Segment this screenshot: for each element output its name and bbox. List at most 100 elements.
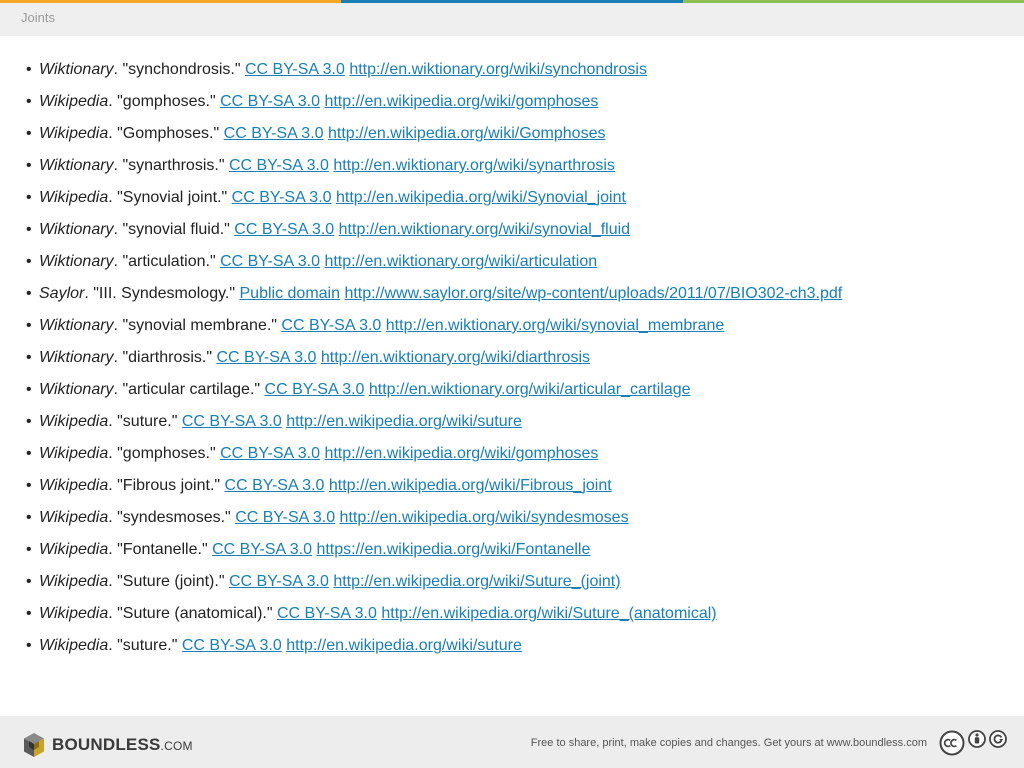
source-url-link[interactable]: http://en.wikipedia.org/wiki/Suture_(ana… bbox=[381, 605, 716, 622]
bullet-icon: • bbox=[26, 541, 32, 558]
by-icon bbox=[968, 730, 986, 755]
license-link[interactable]: CC BY-SA 3.0 bbox=[220, 93, 320, 110]
reference-source: Wikipedia bbox=[39, 637, 109, 654]
reference-title-sep: . bbox=[108, 509, 118, 526]
reference-source: Wikipedia bbox=[39, 605, 109, 622]
reference-source: Wikipedia bbox=[39, 189, 109, 206]
reference-item: • Wikipedia. "Suture (anatomical)." CC BY… bbox=[26, 598, 1004, 630]
bullet-icon: • bbox=[26, 445, 32, 462]
reference-title-sep: . bbox=[108, 189, 118, 206]
source-url-link[interactable]: http://en.wiktionary.org/wiki/synchondro… bbox=[349, 61, 647, 78]
boundless-cube-icon bbox=[24, 733, 44, 757]
cc-license-badges[interactable] bbox=[939, 730, 1007, 760]
reference-title: "synarthrosis." bbox=[122, 157, 225, 174]
bullet-icon: • bbox=[26, 189, 32, 206]
license-link[interactable]: CC BY-SA 3.0 bbox=[277, 605, 377, 622]
bullet-icon: • bbox=[26, 509, 32, 526]
bullet-icon: • bbox=[26, 253, 32, 270]
license-link[interactable]: CC BY-SA 3.0 bbox=[245, 61, 345, 78]
source-url-link[interactable]: https://en.wikipedia.org/wiki/Fontanelle bbox=[316, 541, 590, 558]
reference-title-sep: . bbox=[84, 285, 94, 302]
license-link[interactable]: CC BY-SA 3.0 bbox=[229, 573, 329, 590]
boundless-logo[interactable]: BOUNDLESS.COM bbox=[22, 732, 193, 758]
reference-title-sep: . bbox=[108, 445, 118, 462]
license-link[interactable]: CC BY-SA 3.0 bbox=[235, 509, 335, 526]
license-link[interactable]: CC BY-SA 3.0 bbox=[265, 381, 365, 398]
source-url-link[interactable]: http://en.wikipedia.org/wiki/syndesmoses bbox=[340, 509, 629, 526]
source-url-link[interactable]: http://en.wiktionary.org/wiki/synarthros… bbox=[333, 157, 615, 174]
reference-item: • Wiktionary. "articulation." CC BY-SA 3.… bbox=[26, 246, 1004, 278]
reference-item: • Wikipedia. "suture." CC BY-SA 3.0 http:… bbox=[26, 406, 1004, 438]
reference-title: "synovial fluid." bbox=[122, 221, 230, 238]
source-url-link[interactable]: http://en.wiktionary.org/wiki/synovial_f… bbox=[339, 221, 630, 238]
reference-title: "Synovial joint." bbox=[117, 189, 228, 206]
reference-item: • Wiktionary. "synovial membrane." CC BY-… bbox=[26, 310, 1004, 342]
license-link[interactable]: CC BY-SA 3.0 bbox=[225, 477, 325, 494]
logo-wordmark: BOUNDLESS.COM bbox=[52, 735, 193, 755]
license-link[interactable]: CC BY-SA 3.0 bbox=[232, 189, 332, 206]
slide-header: Joints bbox=[0, 3, 1024, 36]
reference-item: • Wikipedia. "Synovial joint." CC BY-SA 3… bbox=[26, 182, 1004, 214]
license-link[interactable]: CC BY-SA 3.0 bbox=[229, 157, 329, 174]
license-link[interactable]: CC BY-SA 3.0 bbox=[220, 253, 320, 270]
source-url-link[interactable]: http://en.wikipedia.org/wiki/suture bbox=[286, 413, 522, 430]
bullet-icon: • bbox=[26, 93, 32, 110]
reference-source: Wiktionary bbox=[39, 61, 114, 78]
source-url-link[interactable]: http://en.wikipedia.org/wiki/Gomphoses bbox=[328, 125, 605, 142]
source-url-link[interactable]: http://en.wiktionary.org/wiki/articular_… bbox=[369, 381, 691, 398]
reference-title-sep: . bbox=[108, 93, 118, 110]
reference-title: "Fibrous joint." bbox=[117, 477, 221, 494]
reference-title: "Suture (anatomical)." bbox=[117, 605, 273, 622]
reference-source: Wiktionary bbox=[39, 253, 114, 270]
cc-icon bbox=[939, 730, 965, 756]
license-link[interactable]: CC BY-SA 3.0 bbox=[212, 541, 312, 558]
reference-source: Wiktionary bbox=[39, 221, 114, 238]
bullet-icon: • bbox=[26, 221, 32, 238]
reference-source: Wikipedia bbox=[39, 445, 109, 462]
reference-title-sep: . bbox=[108, 541, 118, 558]
source-url-link[interactable]: http://en.wikipedia.org/wiki/Suture_(joi… bbox=[333, 573, 620, 590]
reference-source: Wiktionary bbox=[39, 349, 114, 366]
logo-main-text: BOUNDLESS bbox=[52, 735, 161, 754]
source-url-link[interactable]: http://en.wikipedia.org/wiki/Synovial_jo… bbox=[336, 189, 626, 206]
source-url-link[interactable]: http://en.wiktionary.org/wiki/diarthrosi… bbox=[321, 349, 590, 366]
reference-item: • Wikipedia. "gomphoses." CC BY-SA 3.0 ht… bbox=[26, 438, 1004, 470]
license-link[interactable]: CC BY-SA 3.0 bbox=[220, 445, 320, 462]
source-url-link[interactable]: http://www.saylor.org/site/wp-content/up… bbox=[344, 285, 842, 302]
reference-source: Wikipedia bbox=[39, 573, 109, 590]
reference-title-sep: . bbox=[108, 637, 118, 654]
reference-source: Wikipedia bbox=[39, 125, 109, 142]
license-link[interactable]: CC BY-SA 3.0 bbox=[182, 413, 282, 430]
reference-title: "III. Syndesmology." bbox=[93, 285, 236, 302]
license-link[interactable]: CC BY-SA 3.0 bbox=[217, 349, 317, 366]
reference-title-sep: . bbox=[108, 605, 118, 622]
reference-title: "articulation." bbox=[122, 253, 216, 270]
source-url-link[interactable]: http://en.wikipedia.org/wiki/gomphoses bbox=[324, 93, 598, 110]
reference-item: • Wiktionary. "synovial fluid." CC BY-SA … bbox=[26, 214, 1004, 246]
bullet-icon: • bbox=[26, 477, 32, 494]
source-url-link[interactable]: http://en.wiktionary.org/wiki/synovial_m… bbox=[386, 317, 725, 334]
reference-item: • Wiktionary. "diarthrosis." CC BY-SA 3.0… bbox=[26, 342, 1004, 374]
license-link[interactable]: CC BY-SA 3.0 bbox=[234, 221, 334, 238]
reference-item: • Wikipedia. "Gomphoses." CC BY-SA 3.0 ht… bbox=[26, 118, 1004, 150]
source-url-link[interactable]: http://en.wikipedia.org/wiki/Fibrous_joi… bbox=[329, 477, 612, 494]
reference-title: "gomphoses." bbox=[117, 445, 216, 462]
source-url-link[interactable]: http://en.wikipedia.org/wiki/gomphoses bbox=[324, 445, 598, 462]
source-url-link[interactable]: http://en.wikipedia.org/wiki/suture bbox=[286, 637, 522, 654]
bullet-icon: • bbox=[26, 285, 32, 302]
reference-title: "Suture (joint)." bbox=[117, 573, 225, 590]
license-link[interactable]: Public domain bbox=[240, 285, 341, 302]
license-link[interactable]: CC BY-SA 3.0 bbox=[224, 125, 324, 142]
license-link[interactable]: CC BY-SA 3.0 bbox=[182, 637, 282, 654]
reference-title-sep: . bbox=[108, 477, 118, 494]
bullet-icon: • bbox=[26, 381, 32, 398]
reference-title-sep: . bbox=[108, 413, 118, 430]
bullet-icon: • bbox=[26, 61, 32, 78]
source-url-link[interactable]: http://en.wiktionary.org/wiki/articulati… bbox=[324, 253, 597, 270]
reference-source: Wiktionary bbox=[39, 317, 114, 334]
footer-license-note: Free to share, print, make copies and ch… bbox=[530, 737, 927, 749]
sa-icon bbox=[989, 730, 1007, 748]
reference-title: "Fontanelle." bbox=[117, 541, 208, 558]
license-link[interactable]: CC BY-SA 3.0 bbox=[281, 317, 381, 334]
reference-title: "gomphoses." bbox=[117, 93, 216, 110]
